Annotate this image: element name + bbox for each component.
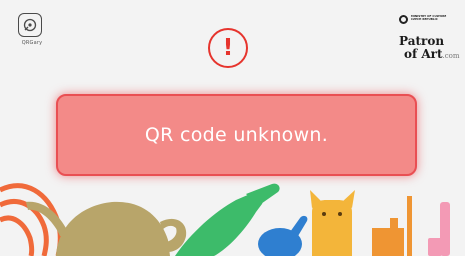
blue-bottle <box>258 215 308 256</box>
decorative-artwork <box>0 183 450 256</box>
qr-result-screen: QRGary ! MINISTRY OF CULTURE CZECH REPUB… <box>0 0 465 256</box>
orange-figure <box>372 196 412 256</box>
olive-teapot <box>26 201 187 256</box>
pink-stick <box>428 202 450 256</box>
yellow-cat <box>310 190 355 256</box>
